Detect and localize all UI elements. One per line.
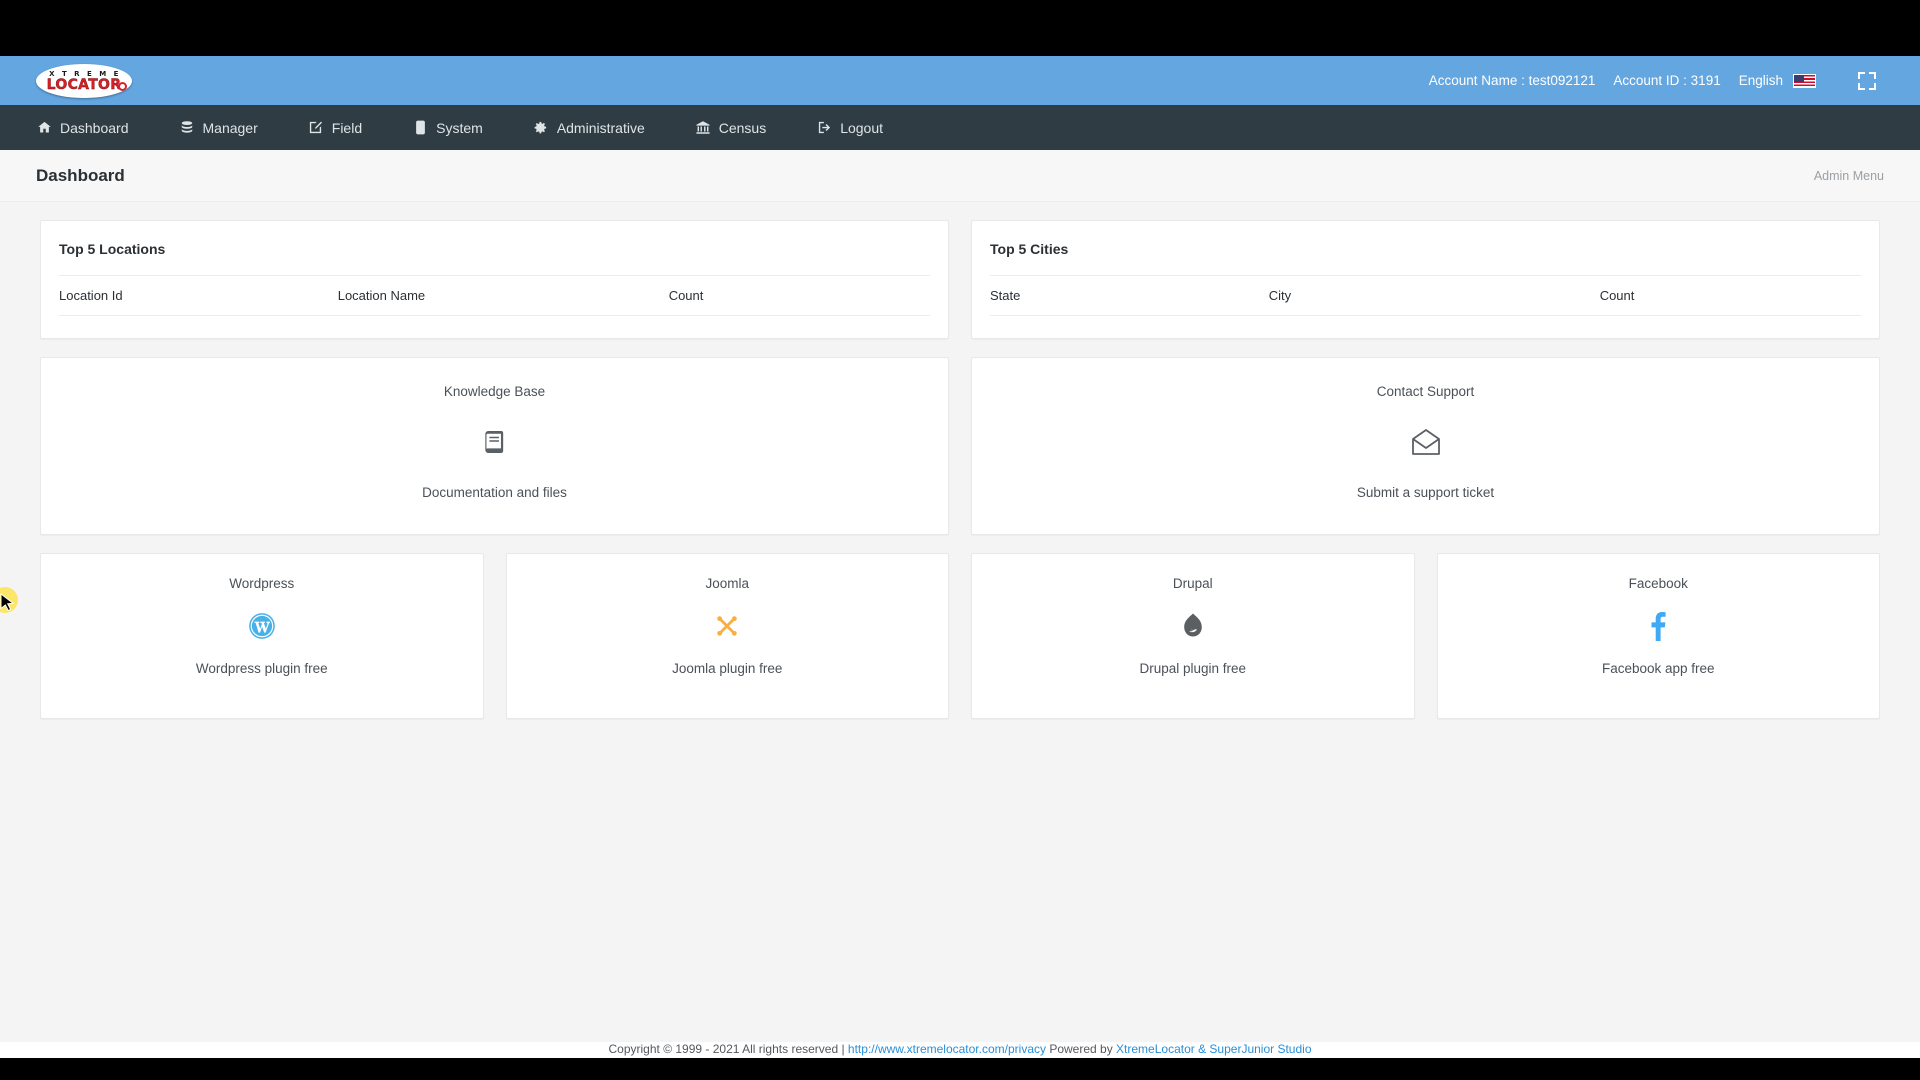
account-id-label: Account ID : 3191 [1613,73,1721,88]
panel-title: Top 5 Locations [59,241,166,257]
card-subtitle: Documentation and files [422,485,567,500]
column-header: State [990,275,1269,316]
nav-label: Administrative [556,119,645,136]
wordpress-icon [248,611,276,641]
nav-label: Field [331,119,363,136]
card-wordpress[interactable]: Wordpress Wordpress plugin free [40,553,484,719]
nav-item-manager[interactable]: Manager [179,120,258,136]
account-name-label: Account Name : test092121 [1428,73,1596,88]
nav-item-dashboard[interactable]: Dashboard [36,120,129,136]
dashboard-content: Top 5 Locations Location Id Location Nam… [0,202,1920,1058]
nav-item-census[interactable]: Census [695,120,766,136]
footer-powered-label: Powered by [1046,1042,1117,1056]
support-row: Knowledge Base Documentation and files C… [40,357,1880,535]
card-facebook[interactable]: Facebook Facebook app free [1436,553,1880,719]
fullscreen-icon[interactable] [1858,71,1876,90]
table-header-row: State City Count [990,275,1861,316]
panel-title: Top 5 Cities [990,241,1069,257]
column-header: Location Id [59,275,338,316]
sign-out-icon [816,120,832,136]
column-header: Count [1599,275,1861,316]
nav-label: Dashboard [60,119,129,136]
card-subtitle: Submit a support ticket [1356,485,1495,500]
database-icon [179,120,195,136]
nav-label: Manager [202,119,258,136]
plugins-row: Wordpress Wordpress plugin free Joomla J… [40,553,1880,719]
nav-label: System [436,119,483,136]
card-knowledge-base[interactable]: Knowledge Base Documentation and files [40,357,949,535]
nav-label: Logout [840,119,884,136]
envelope-open-icon [1410,425,1442,459]
book-icon [481,425,509,459]
logo-target-dot [118,81,127,91]
main-navigation: Dashboard Manager Field System Administr… [0,105,1920,150]
top-cities-table: State City Count [990,275,1861,316]
card-contact-support[interactable]: Contact Support Submit a support ticket [971,357,1880,535]
card-title: Joomla [705,576,750,591]
page-title: Dashboard [36,165,125,185]
column-header: Location Name [337,275,669,316]
drupal-icon [1182,611,1204,641]
footer-copyright: Copyright © 1999 - 2021 All rights reser… [608,1042,848,1056]
table-header-row: Location Id Location Name Count [59,275,930,316]
home-icon [36,120,52,136]
card-title: Contact Support [1376,384,1475,399]
edit-square-icon [308,120,324,136]
card-title: Facebook [1628,576,1688,591]
page-footer: Copyright © 1999 - 2021 All rights reser… [0,1042,1920,1058]
panel-top-locations: Top 5 Locations Location Id Location Nam… [40,220,949,339]
stats-row: Top 5 Locations Location Id Location Nam… [40,220,1880,339]
server-icon [412,120,428,136]
nav-item-logout[interactable]: Logout [816,120,883,136]
card-subtitle: Drupal plugin free [1139,661,1247,676]
card-title: Wordpress [229,576,295,591]
xtreme-locator-logo[interactable]: X T R E M E LOCATOR [36,63,132,98]
bank-icon [695,120,711,136]
us-flag-icon[interactable] [1793,73,1816,88]
footer-privacy-link[interactable]: http://www.xtremelocator.com/privacy [848,1042,1046,1056]
nav-label: Census [718,119,767,136]
card-subtitle: Wordpress plugin free [195,661,328,676]
column-header: Count [668,275,930,316]
card-subtitle: Joomla plugin free [672,661,783,676]
logo-line-2: LOCATOR [46,76,122,93]
language-selector[interactable]: English [1739,73,1783,88]
top-header-bar: X T R E M E LOCATOR Account Name : test0… [0,56,1920,105]
gear-icon [533,120,549,136]
nav-item-administrative[interactable]: Administrative [533,120,645,136]
top-locations-table: Location Id Location Name Count [59,275,930,316]
column-header: City [1268,275,1600,316]
card-title: Knowledge Base [443,384,546,399]
application-window: X T R E M E LOCATOR Account Name : test0… [0,56,1920,1058]
header-right-group: Account Name : test092121 Account ID : 3… [1428,71,1920,90]
joomla-icon [714,611,740,641]
card-title: Drupal [1172,576,1213,591]
panel-top-cities: Top 5 Cities State City Count [971,220,1880,339]
admin-menu-link[interactable]: Admin Menu [1814,169,1884,183]
card-joomla[interactable]: Joomla Joomla plugin free [505,553,949,719]
facebook-icon [1649,611,1667,641]
card-drupal[interactable]: Drupal Drupal plugin free [971,553,1415,719]
nav-item-system[interactable]: System [412,120,483,136]
page-header: Dashboard Admin Menu [0,150,1920,202]
card-subtitle: Facebook app free [1601,661,1715,676]
footer-powered-link[interactable]: XtremeLocator & SuperJunior Studio [1116,1042,1311,1056]
nav-item-field[interactable]: Field [308,120,362,136]
